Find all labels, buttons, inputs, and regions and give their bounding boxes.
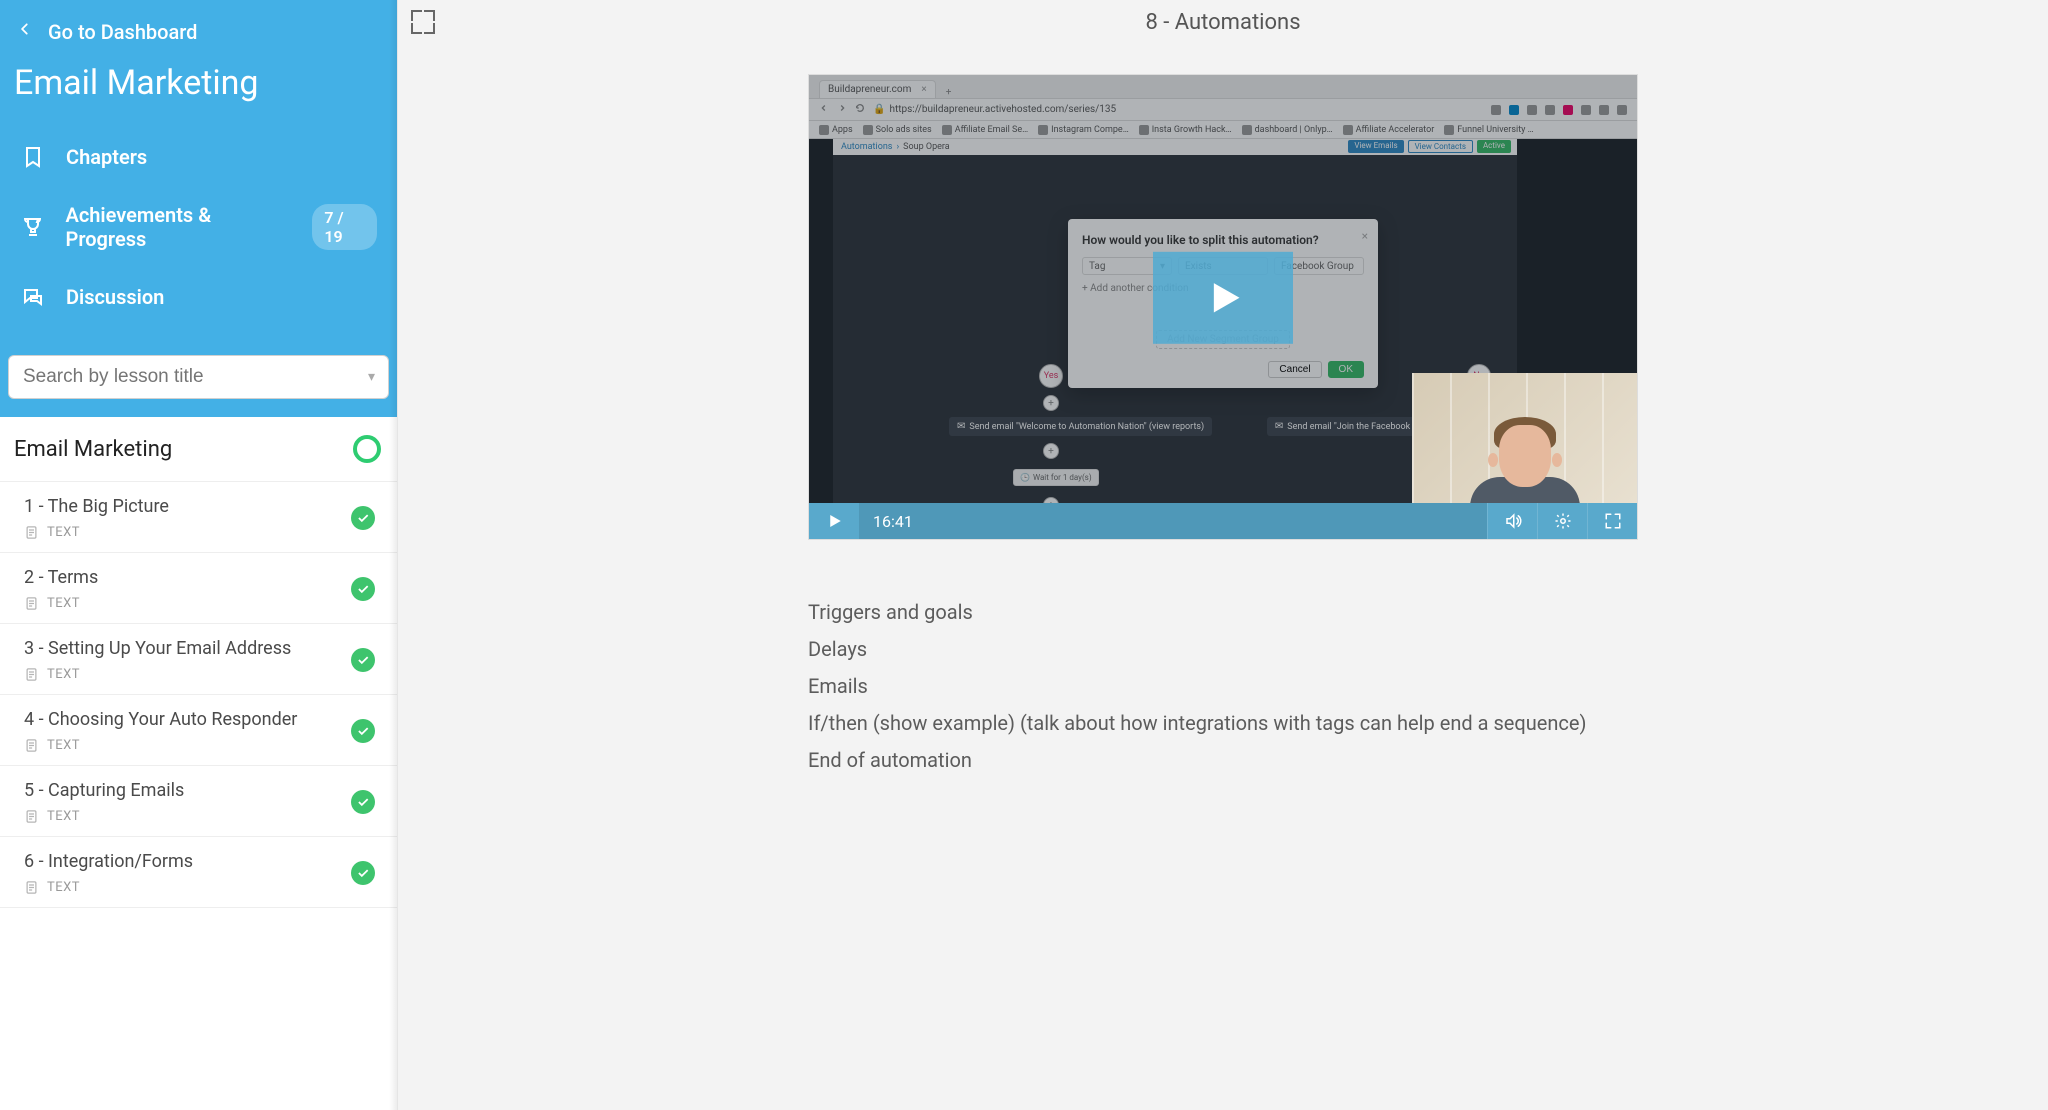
lesson-title: 3 - Setting Up Your Email Address [24,638,345,659]
volume-button[interactable] [1487,503,1537,539]
section-title: Email Marketing [14,437,172,462]
presenter-webcam [1412,373,1637,503]
lesson-type: TEXT [24,667,345,682]
play-small-button[interactable] [809,503,859,539]
note-line: Emails [808,668,1638,705]
nav-chapters[interactable]: Chapters [14,129,383,185]
course-title: Email Marketing [14,59,383,121]
lesson-item[interactable]: 2 - Terms TEXT [0,553,397,624]
nav-discussion-label: Discussion [66,285,164,309]
note-line: Delays [808,631,1638,668]
complete-check-icon [351,577,375,601]
lesson-notes: Triggers and goals Delays Emails If/then… [808,540,1638,779]
page-title: 8 - Automations [438,10,2008,35]
lesson-title: 4 - Choosing Your Auto Responder [24,709,345,730]
lesson-title: 5 - Capturing Emails [24,780,345,801]
complete-check-icon [351,861,375,885]
video-duration: 16:41 [859,512,1487,531]
lesson-item[interactable]: 1 - The Big Picture TEXT [0,482,397,553]
bookmark-icon [20,145,46,169]
back-to-dashboard[interactable]: Go to Dashboard [14,8,383,59]
lesson-item[interactable]: 4 - Choosing Your Auto Responder TEXT [0,695,397,766]
main: 8 - Automations Buildapreneur.com× + 🔒 h… [398,0,2048,1110]
note-line: Triggers and goals [808,594,1638,631]
lesson-item[interactable]: 6 - Integration/Forms TEXT [0,837,397,908]
complete-check-icon [351,506,375,530]
lesson-type: TEXT [24,809,345,824]
lesson-title: 1 - The Big Picture [24,496,345,517]
chat-icon [20,285,46,309]
lesson-type: TEXT [24,738,345,753]
play-button[interactable] [1153,252,1293,344]
progress-badge: 7 / 19 [312,204,377,250]
complete-check-icon [351,790,375,814]
note-line: If/then (show example) (talk about how i… [808,705,1638,742]
lesson-type: TEXT [24,880,345,895]
progress-ring-icon [353,435,381,463]
search-input[interactable] [8,355,389,399]
complete-check-icon [351,719,375,743]
lesson-title: 6 - Integration/Forms [24,851,345,872]
back-label: Go to Dashboard [48,20,197,44]
lesson-item[interactable]: 5 - Capturing Emails TEXT [0,766,397,837]
sidebar: Go to Dashboard Email Marketing Chapters… [0,0,398,1110]
note-line: End of automation [808,742,1638,779]
nav-achievements-label: Achievements & Progress [65,203,292,251]
lesson-type: TEXT [24,525,345,540]
fullscreen-toggle-button[interactable] [408,7,438,37]
lesson-title: 2 - Terms [24,567,345,588]
section-header[interactable]: Email Marketing [0,417,397,482]
nav-achievements[interactable]: Achievements & Progress 7 / 19 [14,187,383,267]
fullscreen-button[interactable] [1587,503,1637,539]
chevron-left-icon [18,18,32,45]
video-controls: 16:41 [809,503,1637,539]
video-player[interactable]: Buildapreneur.com× + 🔒 https://buildapre… [808,74,1638,540]
complete-check-icon [351,648,375,672]
lesson-list[interactable]: 1 - The Big Picture TEXT 2 - Terms TEXT … [0,482,397,1110]
trophy-icon [20,215,45,239]
lesson-item[interactable]: 3 - Setting Up Your Email Address TEXT [0,624,397,695]
nav-chapters-label: Chapters [66,145,147,169]
lesson-type: TEXT [24,596,345,611]
nav-discussion[interactable]: Discussion [14,269,383,325]
settings-button[interactable] [1537,503,1587,539]
